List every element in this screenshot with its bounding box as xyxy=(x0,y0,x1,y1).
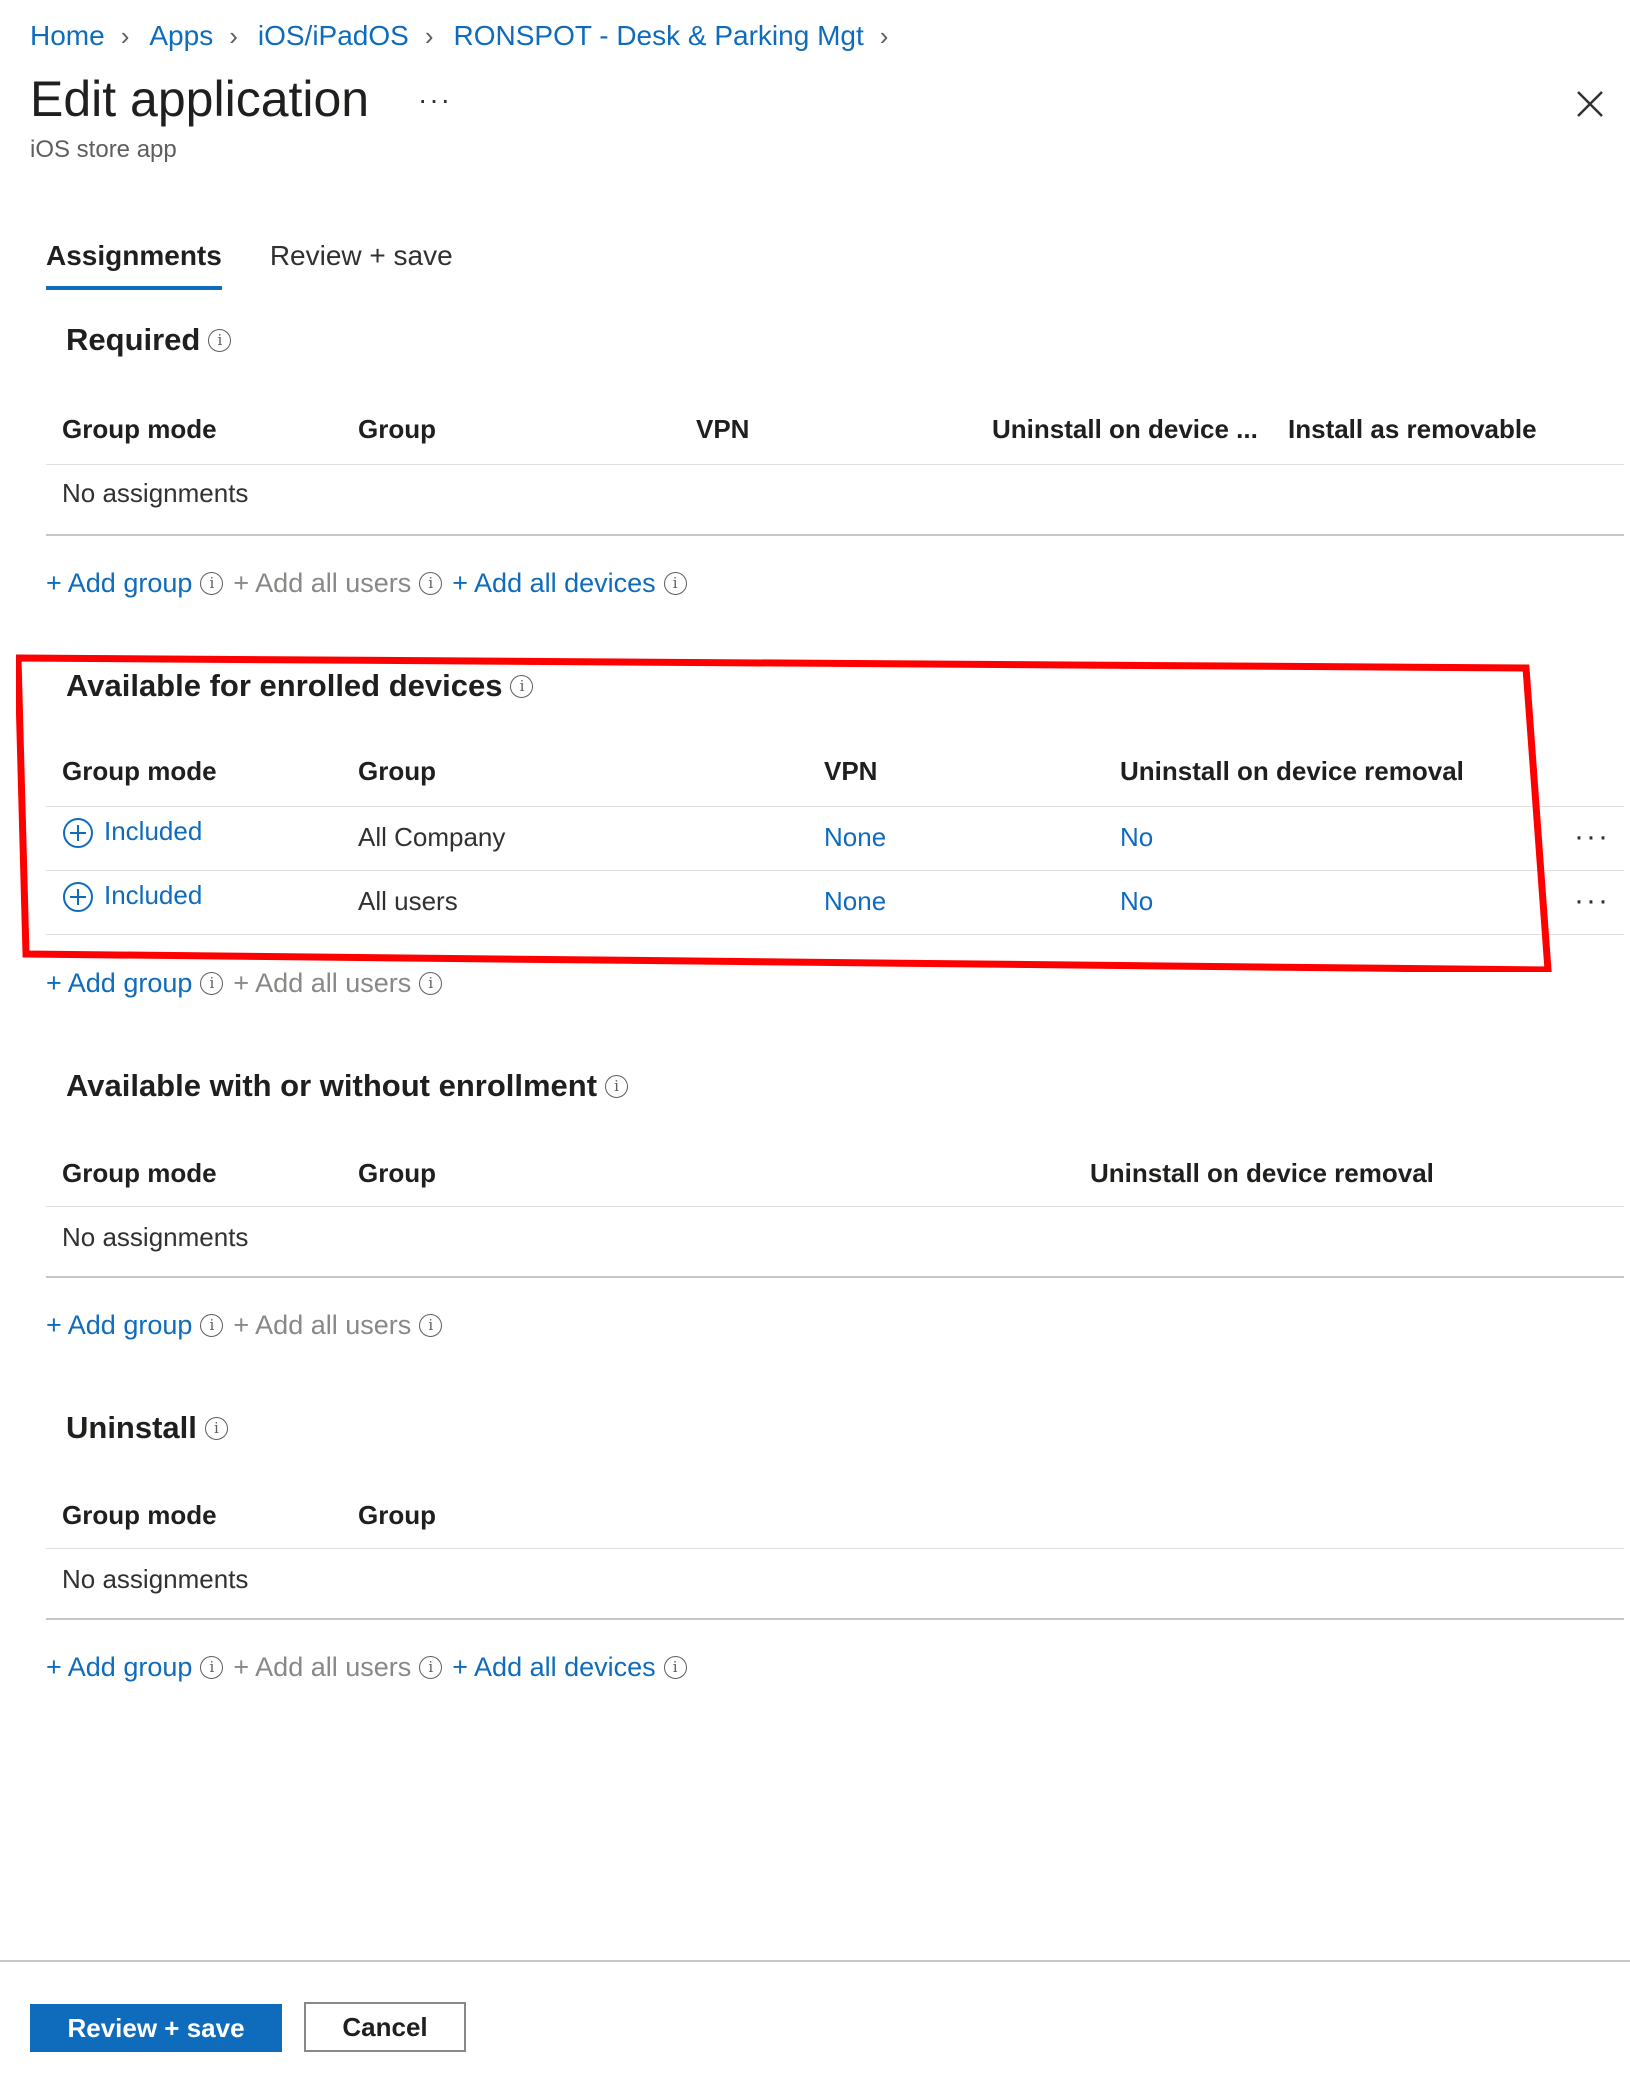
add-all-devices-link[interactable]: + Add all devices xyxy=(452,1652,655,1683)
divider xyxy=(46,1548,1624,1549)
table-header: Group mode Group xyxy=(46,1500,1624,1564)
col-uninstall: Uninstall on device ... xyxy=(992,414,1258,444)
add-group-link[interactable]: + Add group xyxy=(46,968,192,999)
breadcrumb-apps[interactable]: Apps xyxy=(149,20,213,52)
section-without-enrollment-title: Available with or without enrollment i xyxy=(66,1068,629,1104)
empty-state: No assignments xyxy=(62,1564,249,1594)
chevron-right-icon: › xyxy=(229,20,238,51)
col-group-mode: Group mode xyxy=(62,1158,217,1188)
row-more-icon[interactable]: ··· xyxy=(1574,884,1610,918)
annotation-highlight-box xyxy=(16,654,1552,972)
divider xyxy=(46,1618,1624,1620)
col-group: Group xyxy=(358,1158,436,1188)
uninstall-actions: + Add group i + Add all users i + Add al… xyxy=(46,1652,687,1683)
chevron-right-icon: › xyxy=(879,20,889,51)
info-icon[interactable]: i xyxy=(419,972,443,995)
col-group: Group xyxy=(358,1500,436,1530)
without-enrollment-actions: + Add group i + Add all users i xyxy=(46,1310,443,1341)
info-icon[interactable]: i xyxy=(204,1416,228,1440)
chevron-right-icon: › xyxy=(120,20,130,51)
tab-bar: Assignments Review + save xyxy=(46,240,501,290)
required-actions: + Add group i + Add all users i + Add al… xyxy=(46,568,687,599)
info-icon[interactable]: i xyxy=(419,572,443,595)
section-required-title: Required i xyxy=(66,322,232,358)
add-all-users-link: + Add all users xyxy=(233,1652,412,1682)
empty-state: No assignments xyxy=(62,1222,249,1252)
more-options-icon[interactable]: ··· xyxy=(418,84,452,116)
footer-divider xyxy=(0,1960,1630,1962)
chevron-right-icon: › xyxy=(424,20,434,51)
table-header: Group mode Group Uninstall on device rem… xyxy=(46,1158,1624,1222)
divider xyxy=(46,464,1624,465)
add-all-users-link: + Add all users xyxy=(233,568,412,598)
review-save-button[interactable]: Review + save xyxy=(30,2004,282,2052)
table-row: No assignments xyxy=(46,478,1624,542)
info-icon[interactable]: i xyxy=(200,1314,224,1337)
breadcrumb-ios[interactable]: iOS/iPadOS xyxy=(258,20,409,52)
section-title-text: Required xyxy=(66,322,201,357)
info-icon[interactable]: i xyxy=(419,1656,443,1679)
info-icon[interactable]: i xyxy=(200,1656,224,1679)
divider xyxy=(46,1206,1624,1207)
divider xyxy=(46,1276,1624,1278)
info-icon[interactable]: i xyxy=(663,1656,687,1679)
add-all-users-link: + Add all users xyxy=(233,1310,412,1340)
section-uninstall-title: Uninstall i xyxy=(66,1410,228,1446)
section-title-text: Available with or without enrollment xyxy=(66,1068,598,1103)
col-install-removable: Install as removable xyxy=(1288,414,1537,444)
table-header: Group mode Group VPN Uninstall on device… xyxy=(46,414,1624,478)
breadcrumb: Home › Apps › iOS/iPadOS › RONSPOT - Des… xyxy=(30,16,908,56)
info-icon[interactable]: i xyxy=(208,328,232,352)
row-more-icon[interactable]: ··· xyxy=(1574,820,1610,854)
col-uninstall: Uninstall on device removal xyxy=(1090,1158,1434,1188)
info-icon[interactable]: i xyxy=(605,1074,629,1098)
add-group-link[interactable]: + Add group xyxy=(46,568,192,599)
info-icon[interactable]: i xyxy=(419,1314,443,1337)
section-title-text: Uninstall xyxy=(66,1410,197,1445)
col-group-mode: Group mode xyxy=(62,1500,217,1530)
col-group: Group xyxy=(358,414,436,444)
divider xyxy=(46,534,1624,536)
info-icon[interactable]: i xyxy=(200,572,224,595)
breadcrumb-home[interactable]: Home xyxy=(30,20,105,52)
page-subtitle: iOS store app xyxy=(30,136,177,163)
add-group-link[interactable]: + Add group xyxy=(46,1310,192,1341)
close-icon[interactable] xyxy=(1572,86,1608,122)
cancel-button[interactable]: Cancel xyxy=(304,2002,466,2052)
enrolled-actions: + Add group i + Add all users i xyxy=(46,968,443,999)
breadcrumb-app[interactable]: RONSPOT - Desk & Parking Mgt xyxy=(454,20,864,52)
page-title: Edit application xyxy=(30,71,370,127)
tab-review-save[interactable]: Review + save xyxy=(270,240,453,290)
info-icon[interactable]: i xyxy=(663,572,687,595)
add-all-users-link: + Add all users xyxy=(233,968,412,998)
info-icon[interactable]: i xyxy=(200,972,224,995)
add-all-devices-link[interactable]: + Add all devices xyxy=(452,568,655,599)
col-group-mode: Group mode xyxy=(62,414,217,444)
tab-assignments[interactable]: Assignments xyxy=(46,240,222,290)
add-group-link[interactable]: + Add group xyxy=(46,1652,192,1683)
empty-state: No assignments xyxy=(62,478,249,508)
col-vpn: VPN xyxy=(696,414,750,444)
